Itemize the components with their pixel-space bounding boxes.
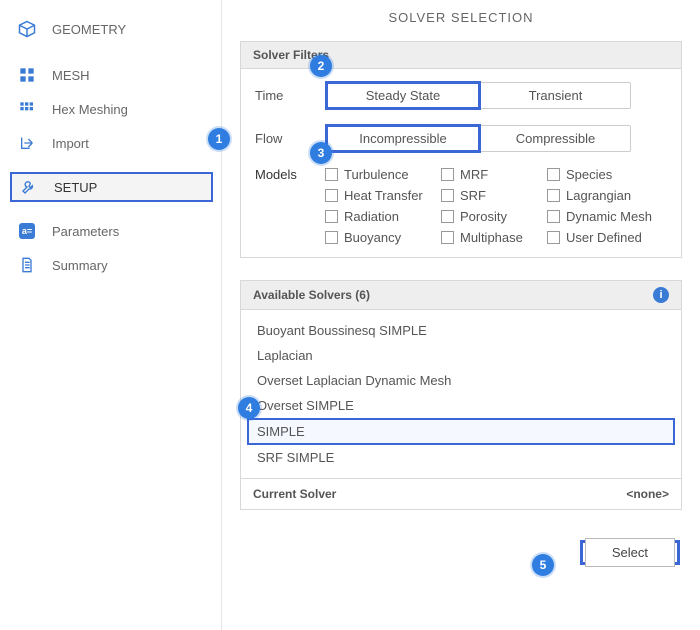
sidebar: GEOMETRY MESH Hex Meshing Import (0, 0, 222, 630)
document-icon (18, 256, 36, 274)
sidebar-item-geometry[interactable]: GEOMETRY (0, 12, 221, 46)
checkbox-label: Dynamic Mesh (566, 209, 652, 224)
checkbox-icon (325, 189, 338, 202)
callout-1: 1 (208, 128, 230, 150)
checkbox-label: MRF (460, 167, 488, 182)
checkbox-label: Buoyancy (344, 230, 401, 245)
callout-4: 4 (238, 397, 260, 419)
select-button-highlight: Select (580, 540, 680, 565)
parameters-icon: a= (18, 222, 36, 240)
solver-item[interactable]: Overset Laplacian Dynamic Mesh (247, 368, 675, 393)
solver-item[interactable]: Buoyant Boussinesq SIMPLE (247, 318, 675, 343)
checkbox-label: User Defined (566, 230, 642, 245)
checkbox-label: Radiation (344, 209, 399, 224)
main-panel: SOLVER SELECTION Solver Filters Time Ste… (222, 0, 700, 630)
model-checkbox-user-defined[interactable]: User Defined (547, 230, 667, 245)
current-solver-value: <none> (626, 487, 669, 501)
import-icon (18, 134, 36, 152)
model-checkbox-srf[interactable]: SRF (441, 188, 541, 203)
checkbox-icon (547, 231, 560, 244)
callout-5: 5 (532, 554, 554, 576)
sidebar-item-summary[interactable]: Summary (0, 248, 221, 282)
solver-item[interactable]: Overset SIMPLE (247, 393, 675, 418)
time-steady-state-button[interactable]: Steady State (328, 84, 478, 107)
checkbox-icon (547, 189, 560, 202)
model-checkbox-turbulence[interactable]: Turbulence (325, 167, 435, 182)
checkbox-label: Multiphase (460, 230, 523, 245)
panel-heading-text: Available Solvers (6) (253, 288, 370, 302)
sidebar-item-setup[interactable]: SETUP (10, 172, 213, 202)
model-checkbox-dynamic-mesh[interactable]: Dynamic Mesh (547, 209, 667, 224)
checkbox-label: Species (566, 167, 612, 182)
sidebar-label: SETUP (54, 180, 97, 195)
flow-incompressible-button[interactable]: Incompressible (328, 127, 478, 150)
model-checkbox-buoyancy[interactable]: Buoyancy (325, 230, 435, 245)
page-title: SOLVER SELECTION (240, 10, 682, 25)
checkbox-icon (547, 168, 560, 181)
sidebar-label: Summary (52, 258, 108, 273)
model-checkbox-mrf[interactable]: MRF (441, 167, 541, 182)
checkbox-icon (441, 231, 454, 244)
models-label: Models (255, 167, 325, 182)
current-solver-label: Current Solver (253, 487, 336, 501)
checkbox-icon (325, 168, 338, 181)
time-transient-button[interactable]: Transient (481, 83, 630, 108)
hex-icon (18, 100, 36, 118)
select-button[interactable]: Select (585, 538, 675, 567)
checkbox-label: Porosity (460, 209, 507, 224)
panel-heading: Available Solvers (6) i (241, 281, 681, 310)
available-solvers-panel: Available Solvers (6) i Buoyant Boussine… (240, 280, 682, 510)
model-checkbox-species[interactable]: Species (547, 167, 667, 182)
time-label: Time (255, 88, 325, 103)
callout-3: 3 (310, 142, 332, 164)
checkbox-icon (441, 210, 454, 223)
checkbox-icon (325, 231, 338, 244)
sidebar-label: Parameters (52, 224, 119, 239)
solver-item[interactable]: SIMPLE (247, 418, 675, 445)
cube-icon (18, 20, 36, 38)
callout-2: 2 (310, 55, 332, 77)
model-checkbox-heat-transfer[interactable]: Heat Transfer (325, 188, 435, 203)
wrench-icon (20, 178, 38, 196)
sidebar-item-import[interactable]: Import (0, 126, 221, 160)
model-checkbox-radiation[interactable]: Radiation (325, 209, 435, 224)
checkbox-label: Turbulence (344, 167, 409, 182)
sidebar-label: GEOMETRY (52, 22, 126, 37)
model-checkbox-porosity[interactable]: Porosity (441, 209, 541, 224)
solver-item[interactable]: SRF SIMPLE (247, 445, 675, 470)
sidebar-label: Hex Meshing (52, 102, 128, 117)
sidebar-label: MESH (52, 68, 90, 83)
checkbox-icon (441, 168, 454, 181)
model-checkbox-multiphase[interactable]: Multiphase (441, 230, 541, 245)
sidebar-label: Import (52, 136, 89, 151)
model-checkbox-lagrangian[interactable]: Lagrangian (547, 188, 667, 203)
checkbox-icon (547, 210, 560, 223)
info-icon[interactable]: i (653, 287, 669, 303)
checkbox-label: Lagrangian (566, 188, 631, 203)
grid-icon (18, 66, 36, 84)
checkbox-icon (441, 189, 454, 202)
panel-heading: Solver Filters (241, 42, 681, 69)
sidebar-item-parameters[interactable]: a= Parameters (0, 214, 221, 248)
checkbox-icon (325, 210, 338, 223)
checkbox-label: Heat Transfer (344, 188, 423, 203)
solver-filters-panel: Solver Filters Time Steady State Transie… (240, 41, 682, 258)
sidebar-item-mesh[interactable]: MESH (0, 58, 221, 92)
solver-item[interactable]: Laplacian (247, 343, 675, 368)
checkbox-label: SRF (460, 188, 486, 203)
flow-compressible-button[interactable]: Compressible (481, 126, 630, 151)
sidebar-item-hex-meshing[interactable]: Hex Meshing (0, 92, 221, 126)
